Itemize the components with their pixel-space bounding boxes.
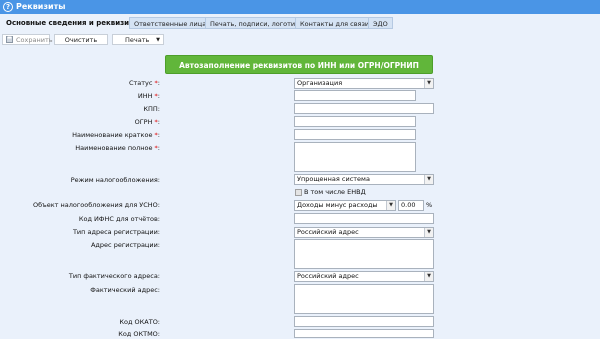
chevron-down-icon: ▼ bbox=[424, 228, 433, 237]
chevron-down-icon: ▼ bbox=[424, 175, 433, 184]
autofill-button[interactable]: Автозаполнение реквизитов по ИНН или ОГР… bbox=[165, 55, 433, 74]
reg-address-label: Адрес регистрации: bbox=[90, 241, 160, 249]
tab-contacts[interactable]: Контакты для связи bbox=[295, 17, 375, 29]
required-mark: * bbox=[154, 144, 158, 152]
tab-main-info[interactable]: Основные сведения и реквизиты bbox=[2, 17, 143, 29]
inn-input[interactable] bbox=[294, 90, 416, 101]
percent-sign: % bbox=[426, 201, 433, 209]
tab-bar: Основные сведения и реквизиты Ответствен… bbox=[0, 17, 600, 31]
tax-regime-select[interactable]: Упрощенная система ▼ bbox=[294, 174, 434, 185]
envd-label: В том числе ЕНВД bbox=[304, 188, 366, 196]
actual-address-type-label: Тип фактического адреса: bbox=[68, 272, 160, 280]
full-name-textarea[interactable] bbox=[294, 142, 416, 172]
ogrn-label: ОГРН *: bbox=[134, 118, 160, 126]
required-mark: * bbox=[154, 118, 158, 126]
save-icon bbox=[6, 36, 13, 43]
usno-rate-input[interactable]: 0.00 bbox=[398, 200, 424, 211]
full-name-label: Наименование полное *: bbox=[75, 144, 160, 152]
required-mark: * bbox=[154, 92, 158, 100]
reg-address-type-select[interactable]: Российский адрес ▼ bbox=[294, 227, 434, 238]
tab-print-signatures[interactable]: Печать, подписи, логотип bbox=[205, 17, 305, 29]
ifns-code-input[interactable] bbox=[294, 213, 434, 224]
tax-regime-label: Режим налогообложения: bbox=[70, 176, 160, 184]
actual-address-type-value: Российский адрес bbox=[297, 272, 359, 280]
toolbar: Сохранить Очистить Печать ▼ bbox=[0, 33, 600, 47]
tax-regime-value: Упрощенная система bbox=[297, 175, 370, 183]
reg-address-type-value: Российский адрес bbox=[297, 228, 359, 236]
save-button[interactable]: Сохранить bbox=[2, 34, 53, 45]
actual-address-type-select[interactable]: Российский адрес ▼ bbox=[294, 271, 434, 282]
tab-edo[interactable]: ЭДО bbox=[368, 17, 393, 29]
oktmo-input[interactable] bbox=[294, 329, 434, 338]
chevron-down-icon: ▼ bbox=[156, 37, 160, 43]
status-value: Организация bbox=[297, 79, 343, 87]
print-label: Печать bbox=[125, 36, 150, 44]
ifns-code-label: Код ИФНС для отчётов: bbox=[78, 215, 160, 223]
status-select[interactable]: Организация ▼ bbox=[294, 78, 434, 89]
short-name-input[interactable] bbox=[294, 129, 416, 140]
reg-address-textarea[interactable] bbox=[294, 239, 434, 269]
ogrn-input[interactable] bbox=[294, 116, 416, 127]
kpp-input[interactable] bbox=[294, 103, 434, 114]
save-label: Сохранить bbox=[16, 36, 53, 44]
help-icon[interactable]: ? bbox=[3, 2, 13, 12]
actual-address-textarea[interactable] bbox=[294, 284, 434, 314]
reg-address-type-label: Тип адреса регистрации: bbox=[72, 228, 160, 236]
required-mark: * bbox=[154, 131, 158, 139]
chevron-down-icon: ▼ bbox=[424, 272, 433, 281]
short-name-label: Наименование краткое *: bbox=[72, 131, 160, 139]
envd-checkbox[interactable] bbox=[295, 189, 302, 196]
okato-label: Код ОКАТО: bbox=[119, 318, 160, 326]
clear-button[interactable]: Очистить bbox=[54, 34, 108, 45]
actual-address-label: Фактический адрес: bbox=[90, 286, 160, 294]
inn-label: ИНН *: bbox=[137, 92, 160, 100]
chevron-down-icon: ▼ bbox=[386, 201, 395, 210]
status-label: Статус *: bbox=[128, 79, 160, 87]
window-titlebar: ? Реквизиты bbox=[0, 0, 600, 14]
usno-object-label: Объект налогообложения для УСНО: bbox=[33, 201, 160, 209]
usno-object-select[interactable]: Доходы минус расходы ▼ bbox=[294, 200, 396, 211]
chevron-down-icon: ▼ bbox=[424, 79, 433, 88]
print-menu-button[interactable]: Печать ▼ bbox=[112, 34, 164, 45]
required-mark: * bbox=[154, 79, 158, 87]
kpp-label: КПП: bbox=[143, 105, 160, 113]
usno-object-value: Доходы минус расходы bbox=[297, 201, 378, 209]
window-title: Реквизиты bbox=[16, 2, 66, 11]
okato-input[interactable] bbox=[294, 316, 434, 327]
tab-responsible-persons[interactable]: Ответственные лица bbox=[129, 17, 212, 29]
